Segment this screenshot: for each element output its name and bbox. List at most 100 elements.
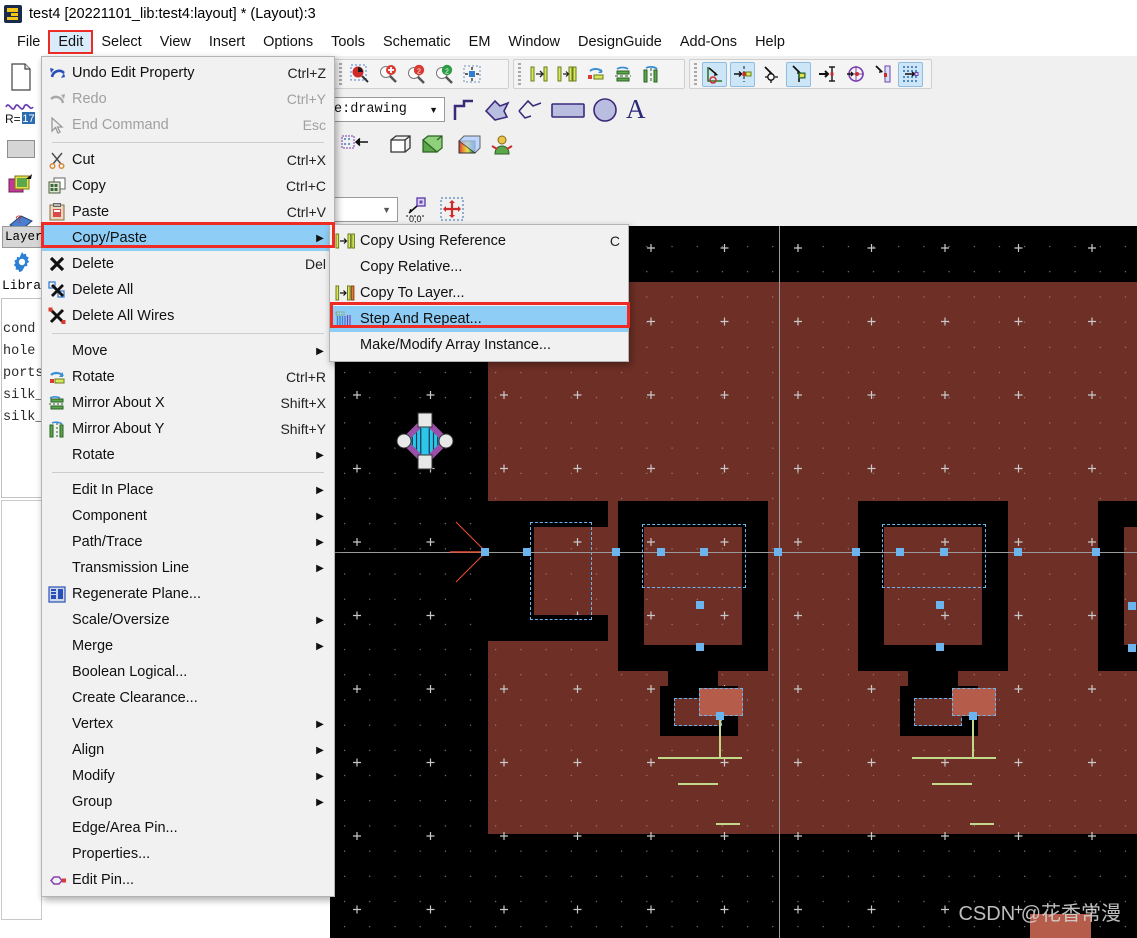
copy-using-reference-icon[interactable]	[554, 62, 579, 87]
toolbar-grip[interactable]	[339, 63, 342, 85]
zoom-out-2x-icon[interactable]: 2	[431, 62, 456, 87]
pin-circle-icon[interactable]	[842, 62, 867, 87]
menu-item-mirror-about-y[interactable]: Mirror About Y Shift+Y	[42, 416, 334, 442]
chevron-down-icon[interactable]: ▼	[382, 205, 391, 215]
layer-item-hole[interactable]: hole	[2, 341, 41, 363]
menu-view[interactable]: View	[151, 31, 200, 53]
chevron-down-icon[interactable]: ▼	[429, 105, 438, 115]
menu-addons[interactable]: Add-Ons	[671, 31, 746, 53]
pin-to-edge-icon[interactable]	[870, 62, 895, 87]
menu-schematic[interactable]: Schematic	[374, 31, 460, 53]
menu-item-boolean-logical[interactable]: Boolean Logical...	[42, 659, 334, 685]
sel-handle[interactable]	[700, 548, 708, 556]
menu-item-edit-pin[interactable]: Edit Pin...	[42, 867, 334, 893]
menu-item-delete-all[interactable]: Delete All	[42, 277, 334, 303]
sel-handle[interactable]	[969, 712, 977, 720]
menu-item-regenerate-plane[interactable]: Regenerate Plane...	[42, 581, 334, 607]
zoom-in-2x-icon[interactable]: 2	[403, 62, 428, 87]
sel-handle[interactable]	[696, 601, 704, 609]
rectangle-tool-icon[interactable]	[549, 97, 587, 123]
sel-handle[interactable]	[774, 548, 782, 556]
menu-file[interactable]: File	[8, 31, 49, 53]
zoom-fit-icon[interactable]	[459, 62, 484, 87]
sel-handle[interactable]	[612, 548, 620, 556]
sel-handle[interactable]	[716, 712, 724, 720]
menu-item-paste[interactable]: Paste Ctrl+V	[42, 199, 334, 225]
menu-tools[interactable]: Tools	[322, 31, 374, 53]
menu-select[interactable]: Select	[92, 31, 150, 53]
submenu-item-step-and-repeat[interactable]: Step And Repeat...	[330, 306, 628, 332]
menu-item-transmission-line[interactable]: Transmission Line ▶	[42, 555, 334, 581]
array-pins-icon[interactable]	[898, 61, 923, 87]
r-equals-icon[interactable]: R= 17	[4, 96, 38, 130]
zoom-area-icon[interactable]	[347, 62, 372, 87]
mirror-x-toolbar-icon[interactable]	[610, 62, 635, 87]
toolbar-grip[interactable]	[694, 63, 697, 85]
submenu-item-copy-using-reference[interactable]: Copy Using Reference C	[330, 228, 628, 254]
new-design-icon[interactable]	[4, 60, 38, 94]
rotate-object-icon[interactable]	[582, 62, 607, 87]
view-3d-solid-icon[interactable]	[419, 132, 446, 158]
move-to-layer-icon[interactable]	[526, 62, 551, 87]
menu-item-cut[interactable]: Cut Ctrl+X	[42, 147, 334, 173]
set-origin-icon[interactable]	[702, 61, 727, 87]
polyline-tool-icon[interactable]	[450, 96, 478, 124]
view-3d-color-icon[interactable]	[455, 132, 483, 158]
menu-item-modify[interactable]: Modify ▶	[42, 763, 334, 789]
menu-item-align[interactable]: Align ▶	[42, 737, 334, 763]
pin-place-icon[interactable]	[786, 61, 811, 87]
menu-item-vertex[interactable]: Vertex ▶	[42, 711, 334, 737]
submenu-item-copy-relative[interactable]: Copy Relative...	[330, 254, 628, 280]
polygon-tool-icon[interactable]	[483, 97, 511, 123]
menu-item-move[interactable]: Move ▶	[42, 338, 334, 364]
sel-handle[interactable]	[936, 601, 944, 609]
submenu-item-make-modify-array-instance[interactable]: Make/Modify Array Instance...	[330, 332, 628, 358]
menu-item-group[interactable]: Group ▶	[42, 789, 334, 815]
sel-handle[interactable]	[936, 643, 944, 651]
sel-handle[interactable]	[1128, 644, 1136, 652]
layer-item-cond[interactable]: cond	[2, 319, 41, 341]
submenu-item-copy-to-layer[interactable]: Copy To Layer...	[330, 280, 628, 306]
menu-item-create-clearance[interactable]: Create Clearance...	[42, 685, 334, 711]
toolbar-grip[interactable]	[518, 63, 521, 85]
menu-window[interactable]: Window	[499, 31, 569, 53]
mirror-y-toolbar-icon[interactable]	[638, 62, 663, 87]
zoom-in-icon[interactable]	[375, 62, 400, 87]
menu-item-edit-in-place[interactable]: Edit In Place ▶	[42, 477, 334, 503]
menu-item-rotate-submenu[interactable]: Rotate ▶	[42, 442, 334, 468]
sel-handle[interactable]	[1128, 602, 1136, 610]
copy-layers-icon[interactable]	[4, 168, 38, 202]
sel-handle[interactable]	[523, 548, 531, 556]
menu-item-scale-oversize[interactable]: Scale/Oversize ▶	[42, 607, 334, 633]
sel-handle[interactable]	[657, 548, 665, 556]
menu-item-mirror-about-x[interactable]: Mirror About X Shift+X	[42, 390, 334, 416]
menu-item-delete-all-wires[interactable]: Delete All Wires	[42, 303, 334, 329]
menu-item-rotate-ctrl-r[interactable]: Rotate Ctrl+R	[42, 364, 334, 390]
layer-item-ports[interactable]: ports	[2, 363, 41, 385]
move-pin-icon[interactable]	[814, 62, 839, 87]
menu-item-component[interactable]: Component ▶	[42, 503, 334, 529]
insert-pin-icon[interactable]	[730, 61, 755, 87]
sel-handle[interactable]	[481, 548, 489, 556]
polyline-open-tool-icon[interactable]	[516, 97, 544, 123]
menu-options[interactable]: Options	[254, 31, 322, 53]
blank-panel-icon[interactable]	[4, 132, 38, 166]
menu-item-path-trace[interactable]: Path/Trace ▶	[42, 529, 334, 555]
move-selection-icon[interactable]	[440, 197, 464, 222]
sel-handle[interactable]	[1014, 548, 1022, 556]
set-coordinate-origin-icon[interactable]: 0,0	[404, 197, 428, 223]
view-3d-wire-icon[interactable]	[387, 132, 414, 158]
text-tool-icon[interactable]: A	[626, 95, 646, 123]
menu-item-copy-paste[interactable]: Copy/Paste ▶	[42, 225, 334, 251]
menu-item-merge[interactable]: Merge ▶	[42, 633, 334, 659]
menu-item-delete[interactable]: Delete Del	[42, 251, 334, 277]
pin-snap-icon[interactable]	[758, 62, 783, 87]
sel-handle[interactable]	[1092, 548, 1100, 556]
menu-item-edge-area-pin[interactable]: Edge/Area Pin...	[42, 815, 334, 841]
layer-item-silk-screen-2[interactable]: silk_s	[2, 407, 41, 429]
menu-edit[interactable]: Edit	[48, 30, 94, 54]
menu-item-copy[interactable]: Copy Ctrl+C	[42, 173, 334, 199]
sel-handle[interactable]	[896, 548, 904, 556]
circle-tool-icon[interactable]	[591, 96, 619, 124]
menu-insert[interactable]: Insert	[200, 31, 254, 53]
